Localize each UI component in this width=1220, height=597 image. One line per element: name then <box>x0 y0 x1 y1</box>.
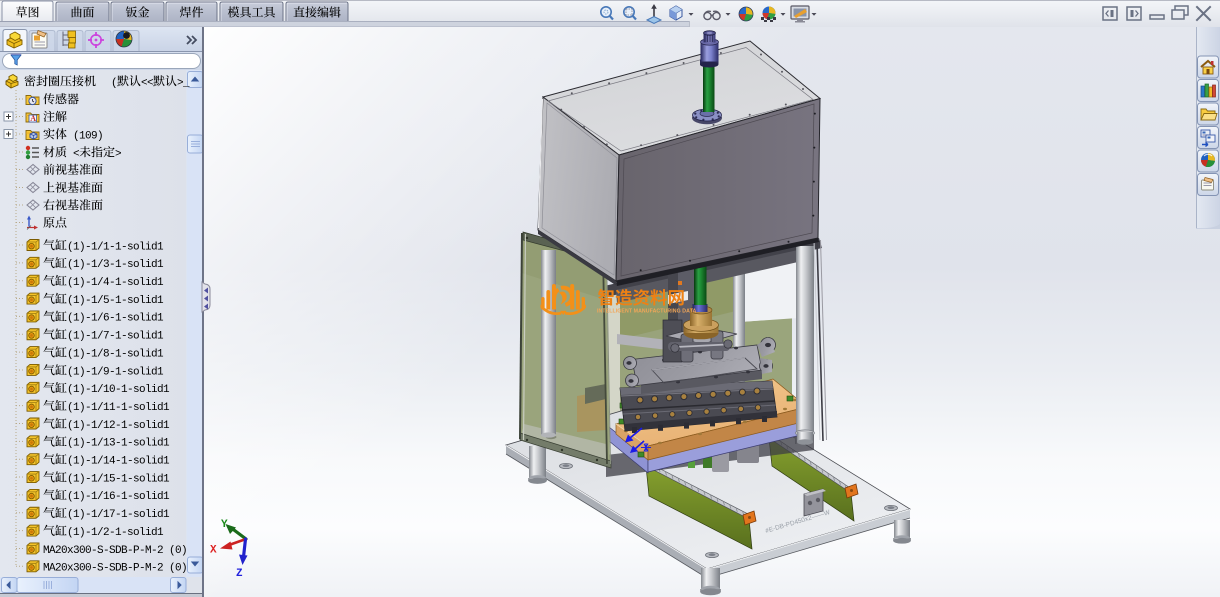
svg-text:(1)-1/2-1-solid1: (1)-1/2-1-solid1 <box>67 527 164 539</box>
svg-text:(1)-1/14-1-solid1: (1)-1/14-1-solid1 <box>67 456 170 468</box>
svg-text:Y: Y <box>221 519 228 531</box>
svg-text:A: A <box>30 114 36 123</box>
svg-text:MA20x300-S-SDB-P-M-2 (0): MA20x300-S-SDB-P-M-2 (0) <box>43 545 187 557</box>
svg-text:<<: << <box>141 77 153 89</box>
svg-text:(1)-1/7-1-solid1: (1)-1/7-1-solid1 <box>67 331 164 343</box>
svg-text:<: < <box>73 148 79 160</box>
svg-text:>: > <box>115 148 121 160</box>
svg-text:(1)-1/16-1-solid1: (1)-1/16-1-solid1 <box>67 491 170 503</box>
svg-text:X: X <box>210 545 217 557</box>
svg-text:(1)-1/6-1-solid1: (1)-1/6-1-solid1 <box>67 313 164 325</box>
svg-text:(1)-1/10-1-solid1: (1)-1/10-1-solid1 <box>67 384 170 396</box>
svg-text:(1)-1/15-1-solid1: (1)-1/15-1-solid1 <box>67 473 170 485</box>
svg-text:(1)-1/5-1-solid1: (1)-1/5-1-solid1 <box>67 295 164 307</box>
svg-text:Z: Z <box>236 568 243 580</box>
svg-text:(1)-1/3-1-solid1: (1)-1/3-1-solid1 <box>67 259 164 271</box>
svg-text:(1)-1/9-1-solid1: (1)-1/9-1-solid1 <box>67 366 164 378</box>
svg-text:(1)-1/11-1-solid1: (1)-1/11-1-solid1 <box>67 402 170 414</box>
svg-text:(1)-1/12-1-solid1: (1)-1/12-1-solid1 <box>67 420 170 432</box>
svg-text:(1)-1/4-1-solid1: (1)-1/4-1-solid1 <box>67 277 164 289</box>
svg-text:(109): (109) <box>73 130 103 142</box>
svg-text:MA20x300-S-SDB-P-M-2 (0): MA20x300-S-SDB-P-M-2 (0) <box>43 563 187 575</box>
svg-text:INTELLIGENT MANUFACTURING DATA: INTELLIGENT MANUFACTURING DATA <box>597 309 696 315</box>
svg-text:(: ( <box>111 77 117 89</box>
svg-text:(1)-1/1-1-solid1: (1)-1/1-1-solid1 <box>67 241 164 253</box>
svg-text:(1)-1/8-1-solid1: (1)-1/8-1-solid1 <box>67 348 164 360</box>
svg-text:(1)-1/17-1-solid1: (1)-1/17-1-solid1 <box>67 509 170 521</box>
svg-text:>_: >_ <box>177 77 190 89</box>
svg-text:(1)-1/13-1-solid1: (1)-1/13-1-solid1 <box>67 438 170 450</box>
